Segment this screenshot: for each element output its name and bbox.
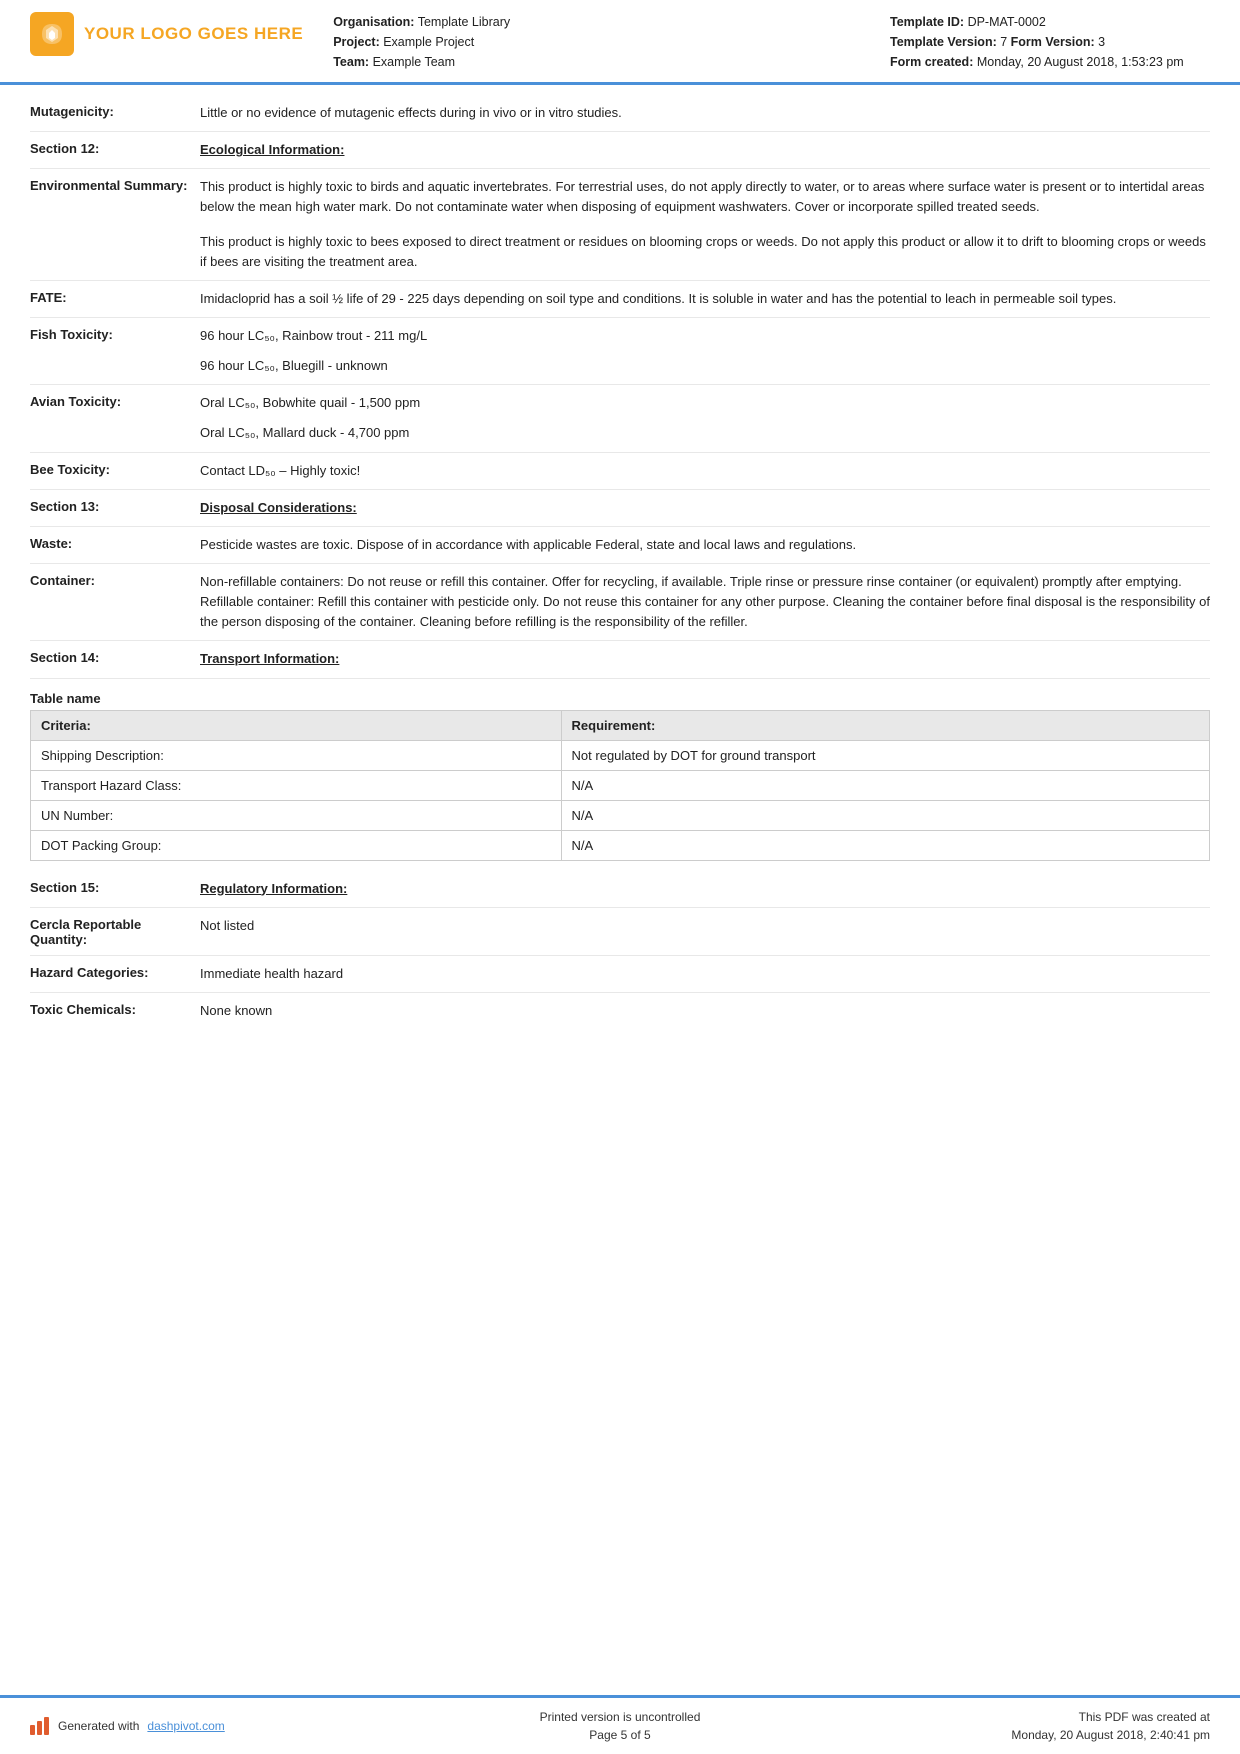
pdf-date: Monday, 20 August 2018, 2:40:41 pm [910, 1726, 1210, 1744]
pdf-text: This PDF was created at [910, 1708, 1210, 1726]
table-cell-criteria: DOT Packing Group: [31, 830, 562, 860]
logo-text: YOUR LOGO GOES HERE [84, 24, 303, 44]
fate-row: FATE: Imidacloprid has a soil ½ life of … [30, 281, 1210, 318]
env-summary-value: This product is highly toxic to birds an… [200, 177, 1210, 272]
footer: Generated with dashpivot.com Printed ver… [0, 1695, 1240, 1754]
printed-text: Printed version is uncontrolled [330, 1708, 910, 1726]
cercla-row: Cercla Reportable Quantity: Not listed [30, 908, 1210, 956]
header: YOUR LOGO GOES HERE Organisation: Templa… [0, 0, 1240, 85]
table-cell-requirement: N/A [561, 830, 1209, 860]
env-summary-p2: This product is highly toxic to bees exp… [200, 232, 1210, 272]
table-header-criteria: Criteria: [31, 710, 562, 740]
env-summary-label: Environmental Summary: [30, 177, 200, 272]
logo-area: YOUR LOGO GOES HERE [30, 12, 303, 56]
footer-logo-bars [30, 1717, 49, 1735]
container-value: Non-refillable containers: Do not reuse … [200, 572, 1210, 632]
transport-table: Criteria: Requirement: Shipping Descript… [30, 710, 1210, 861]
fate-label: FATE: [30, 289, 200, 309]
fish-toxicity-value: 96 hour LC₅₀, Rainbow trout - 211 mg/L 9… [200, 326, 1210, 376]
toxic-value: None known [200, 1001, 1210, 1021]
mutagenicity-row: Mutagenicity: Little or no evidence of m… [30, 95, 1210, 132]
footer-left: Generated with dashpivot.com [30, 1717, 330, 1735]
table-cell-criteria: UN Number: [31, 800, 562, 830]
footer-logo: Generated with dashpivot.com [30, 1717, 225, 1735]
table-header-requirement: Requirement: [561, 710, 1209, 740]
section12-row: Section 12: Ecological Information: [30, 132, 1210, 169]
container-label: Container: [30, 572, 200, 632]
section14-label: Section 14: [30, 649, 200, 669]
table-cell-criteria: Shipping Description: [31, 740, 562, 770]
section12-heading: Ecological Information: [200, 140, 1210, 160]
table-header-row: Criteria: Requirement: [31, 710, 1210, 740]
section15-label: Section 15: [30, 879, 200, 899]
table-title: Table name [30, 691, 1210, 706]
waste-row: Waste: Pesticide wastes are toxic. Dispo… [30, 527, 1210, 564]
transport-table-section: Table name Criteria: Requirement: Shippi… [30, 691, 1210, 861]
mutagenicity-label: Mutagenicity: [30, 103, 200, 123]
generated-text: Generated with [58, 1719, 139, 1733]
env-summary-p1: This product is highly toxic to birds an… [200, 177, 1210, 217]
avian-toxicity-p2: Oral LC₅₀, Mallard duck - 4,700 ppm [200, 423, 1210, 443]
bee-toxicity-label: Bee Toxicity: [30, 461, 200, 481]
section12-label: Section 12: [30, 140, 200, 160]
fish-toxicity-p1: 96 hour LC₅₀, Rainbow trout - 211 mg/L [200, 326, 1210, 346]
section13-row: Section 13: Disposal Considerations: [30, 490, 1210, 527]
toxic-label: Toxic Chemicals: [30, 1001, 200, 1021]
logo-icon [30, 12, 74, 56]
mutagenicity-value: Little or no evidence of mutagenic effec… [200, 103, 1210, 123]
table-cell-requirement: Not regulated by DOT for ground transpor… [561, 740, 1209, 770]
template-version-line: Template Version: 7 Form Version: 3 [890, 32, 1210, 52]
dashpivot-link[interactable]: dashpivot.com [147, 1719, 224, 1733]
container-row: Container: Non-refillable containers: Do… [30, 564, 1210, 641]
hazard-row: Hazard Categories: Immediate health haza… [30, 956, 1210, 993]
page: YOUR LOGO GOES HERE Organisation: Templa… [0, 0, 1240, 1754]
avian-toxicity-row: Avian Toxicity: Oral LC₅₀, Bobwhite quai… [30, 385, 1210, 452]
toxic-row: Toxic Chemicals: None known [30, 993, 1210, 1029]
bar3 [44, 1717, 49, 1735]
org-line: Organisation: Template Library [333, 12, 890, 32]
section14-heading: Transport Information: [200, 649, 1210, 669]
bee-toxicity-row: Bee Toxicity: Contact LD₅₀ – Highly toxi… [30, 453, 1210, 490]
avian-toxicity-p1: Oral LC₅₀, Bobwhite quail - 1,500 ppm [200, 393, 1210, 413]
footer-center: Printed version is uncontrolled Page 5 o… [330, 1708, 910, 1744]
avian-toxicity-label: Avian Toxicity: [30, 393, 200, 443]
cercla-label: Cercla Reportable Quantity: [30, 916, 200, 947]
hazard-value: Immediate health hazard [200, 964, 1210, 984]
bar2 [37, 1721, 42, 1735]
section15-row: Section 15: Regulatory Information: [30, 871, 1210, 908]
footer-right: This PDF was created at Monday, 20 Augus… [910, 1708, 1210, 1744]
form-created-line: Form created: Monday, 20 August 2018, 1:… [890, 52, 1210, 72]
table-cell-requirement: N/A [561, 800, 1209, 830]
fish-toxicity-p2: 96 hour LC₅₀, Bluegill - unknown [200, 356, 1210, 376]
fish-toxicity-row: Fish Toxicity: 96 hour LC₅₀, Rainbow tro… [30, 318, 1210, 385]
table-row: Shipping Description:Not regulated by DO… [31, 740, 1210, 770]
section13-heading: Disposal Considerations: [200, 498, 1210, 518]
section14-row: Section 14: Transport Information: [30, 641, 1210, 678]
page-text: Page 5 of 5 [330, 1726, 910, 1744]
hazard-label: Hazard Categories: [30, 964, 200, 984]
env-summary-row: Environmental Summary: This product is h… [30, 169, 1210, 281]
header-meta-right: Template ID: DP-MAT-0002 Template Versio… [890, 12, 1210, 72]
content: Mutagenicity: Little or no evidence of m… [0, 85, 1240, 1695]
table-cell-criteria: Transport Hazard Class: [31, 770, 562, 800]
table-row: UN Number:N/A [31, 800, 1210, 830]
project-line: Project: Example Project [333, 32, 890, 52]
section15-heading: Regulatory Information: [200, 879, 1210, 899]
cercla-value: Not listed [200, 916, 1210, 947]
section13-label: Section 13: [30, 498, 200, 518]
table-cell-requirement: N/A [561, 770, 1209, 800]
template-id-line: Template ID: DP-MAT-0002 [890, 12, 1210, 32]
header-meta: Organisation: Template Library Project: … [303, 12, 890, 72]
table-row: DOT Packing Group:N/A [31, 830, 1210, 860]
team-line: Team: Example Team [333, 52, 890, 72]
fish-toxicity-label: Fish Toxicity: [30, 326, 200, 376]
waste-value: Pesticide wastes are toxic. Dispose of i… [200, 535, 1210, 555]
fate-value: Imidacloprid has a soil ½ life of 29 - 2… [200, 289, 1210, 309]
waste-label: Waste: [30, 535, 200, 555]
avian-toxicity-value: Oral LC₅₀, Bobwhite quail - 1,500 ppm Or… [200, 393, 1210, 443]
bee-toxicity-value: Contact LD₅₀ – Highly toxic! [200, 461, 1210, 481]
table-row: Transport Hazard Class:N/A [31, 770, 1210, 800]
bar1 [30, 1725, 35, 1735]
